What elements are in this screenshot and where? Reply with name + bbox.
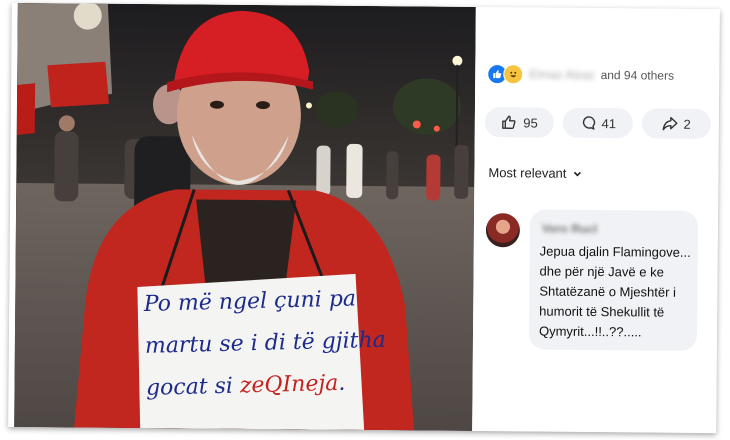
share-button[interactable]: 2 [641,108,711,140]
reactor-others-count[interactable]: and 94 others [601,68,675,83]
sort-label: Most relevant [488,165,567,181]
post-card: Po më ngel çuni pa martu se i di të gjit… [8,2,720,434]
comment-icon [582,116,595,130]
comment-author[interactable]: Vero Rucl [542,222,597,236]
share-icon [662,116,678,131]
comment-sort-dropdown[interactable]: Most relevant [488,165,582,181]
haha-reaction-icon [503,64,524,85]
sign-line-3: gocat si zeQIneja. [145,362,366,410]
like-count: 95 [523,114,538,131]
comment-bubble: Vero Rucl Jepua djalin Flamingove... dhe… [528,209,699,351]
sign-line-1: Po më ngel çuni pa [143,286,357,317]
sign-red-word: zeQIneja [239,370,339,399]
commenter-avatar[interactable] [485,213,521,248]
thumbs-up-icon [502,115,516,129]
like-button[interactable]: 95 [484,107,555,138]
comment-count: 41 [601,115,617,131]
chevron-down-icon [573,171,582,176]
reaction-summary[interactable]: Elmaz Alzaz and 94 others [487,63,674,87]
sign-line-3-end: . [338,370,346,396]
sign-line-2: martu se i di të gjitha [144,327,387,359]
post-side-panel: Elmaz Alzaz and 94 others 95 41 2 Most r… [472,6,720,434]
reactor-names[interactable]: Elmaz Alzaz [529,67,594,82]
comment-button[interactable]: 41 [563,107,633,139]
share-count: 2 [683,116,691,132]
post-actions: 95 41 2 [484,107,711,140]
post-photo[interactable]: Po më ngel çuni pa martu se i di të gjit… [14,2,476,431]
comment-text: Jepua djalin Flamingove... dhe për një J… [538,243,691,340]
protest-sign-text: Po më ngel çuni pa martu se i di të gjit… [143,278,387,410]
sign-line-3-start: gocat si [145,373,241,401]
